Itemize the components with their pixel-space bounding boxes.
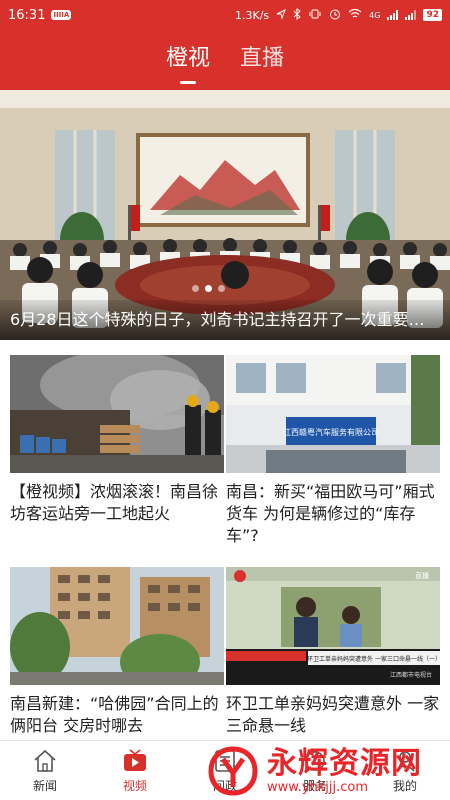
tv-station-text: 江西都市电视台 xyxy=(390,671,432,679)
signal-icon xyxy=(387,10,399,20)
fire-scene-image xyxy=(10,355,224,473)
news-card[interactable]: 江西赣粤汽车服务有限公司 南昌：新买“福田欧马可”厢式货车 为何是辆修过的“库存… xyxy=(226,355,440,547)
tv-channel-label: 直播 xyxy=(415,571,429,580)
nav-wenzheng[interactable]: 问政 xyxy=(180,741,270,800)
news-card[interactable]: 南昌新建：“哈佛园”合同上的俩阳台 交房时哪去 xyxy=(10,567,224,759)
vibrate-icon xyxy=(308,9,322,22)
news-thumbnail[interactable] xyxy=(10,567,224,685)
service-icon xyxy=(305,750,325,771)
dealer-sign-text: 江西赣粤汽车服务有限公司 xyxy=(283,427,379,437)
nav-label-service: 服务 xyxy=(302,778,327,793)
bottom-nav: 新闻 视频 问政 服务 我的 xyxy=(0,740,450,800)
news-thumbnail[interactable]: 直播 环卫工单亲妈妈突遭意外 一家三口命悬一线（一） 江西都市电视台 xyxy=(226,567,440,685)
nav-label-news: 新闻 xyxy=(32,778,57,793)
news-thumbnail[interactable] xyxy=(10,355,224,473)
nav-news[interactable]: 新闻 xyxy=(0,741,90,800)
tv-news-bar-text: 环卫工单亲妈妈突遭意外 一家三口命悬一线（一） xyxy=(307,655,440,663)
tab-chengshi[interactable]: 橙视 xyxy=(166,40,210,84)
network-type: 4G xyxy=(369,10,381,20)
signal-icon-2 xyxy=(405,10,417,20)
status-app-badge: IIIIA xyxy=(51,10,72,20)
question-icon xyxy=(215,749,235,772)
nav-label-video: 视频 xyxy=(122,778,147,793)
nav-video[interactable]: 视频 xyxy=(90,741,180,800)
alarm-icon xyxy=(329,8,341,23)
nav-label-mine: 我的 xyxy=(392,778,417,793)
home-icon xyxy=(34,749,56,772)
carousel-indicator xyxy=(192,285,225,292)
top-tab-bar: 橙视 直播 xyxy=(0,30,450,90)
news-thumbnail[interactable]: 江西赣粤汽车服务有限公司 xyxy=(226,355,440,473)
status-time: 16:31 xyxy=(8,7,46,23)
news-title[interactable]: 南昌：新买“福田欧马可”厢式货车 为何是辆修过的“库存车”? xyxy=(226,481,440,547)
carousel-dot[interactable] xyxy=(192,285,199,292)
wifi-icon xyxy=(348,8,362,22)
banner-caption[interactable]: 6月28日这个特殊的日子，刘奇书记主持召开了一次重要会议 xyxy=(0,300,450,340)
tv-news-image: 直播 环卫工单亲妈妈突遭意外 一家三口命悬一线（一） 江西都市电视台 xyxy=(226,567,440,685)
user-icon xyxy=(395,750,415,772)
nav-label-wenzheng: 问政 xyxy=(212,778,237,793)
news-title[interactable]: 【橙视频】浓烟滚滚！南昌徐坊客运站旁一工地起火 xyxy=(10,481,224,547)
tab-live[interactable]: 直播 xyxy=(240,40,284,80)
battery-icon: 92 xyxy=(423,9,442,21)
bluetooth-icon xyxy=(293,7,301,23)
status-bar: 16:31 IIIIA 1.3K/s 4G 92 xyxy=(0,0,450,30)
nav-mine[interactable]: 我的 xyxy=(360,741,450,800)
news-card[interactable]: 【橙视频】浓烟滚滚！南昌徐坊客运站旁一工地起火 xyxy=(10,355,224,547)
location-icon xyxy=(276,8,287,22)
news-card[interactable]: 直播 环卫工单亲妈妈突遭意外 一家三口命悬一线（一） 江西都市电视台 环卫工单亲… xyxy=(226,567,440,759)
network-speed: 1.3K/s xyxy=(235,8,270,22)
carousel-dot[interactable] xyxy=(218,285,225,292)
dealer-building-image: 江西赣粤汽车服务有限公司 xyxy=(226,355,440,473)
apartment-building-image xyxy=(10,567,224,685)
banner-carousel[interactable]: 6月28日这个特殊的日子，刘奇书记主持召开了一次重要会议 xyxy=(0,90,450,340)
nav-service[interactable]: 服务 xyxy=(270,741,360,800)
carousel-dot-active[interactable] xyxy=(205,285,212,292)
video-icon xyxy=(124,748,146,771)
